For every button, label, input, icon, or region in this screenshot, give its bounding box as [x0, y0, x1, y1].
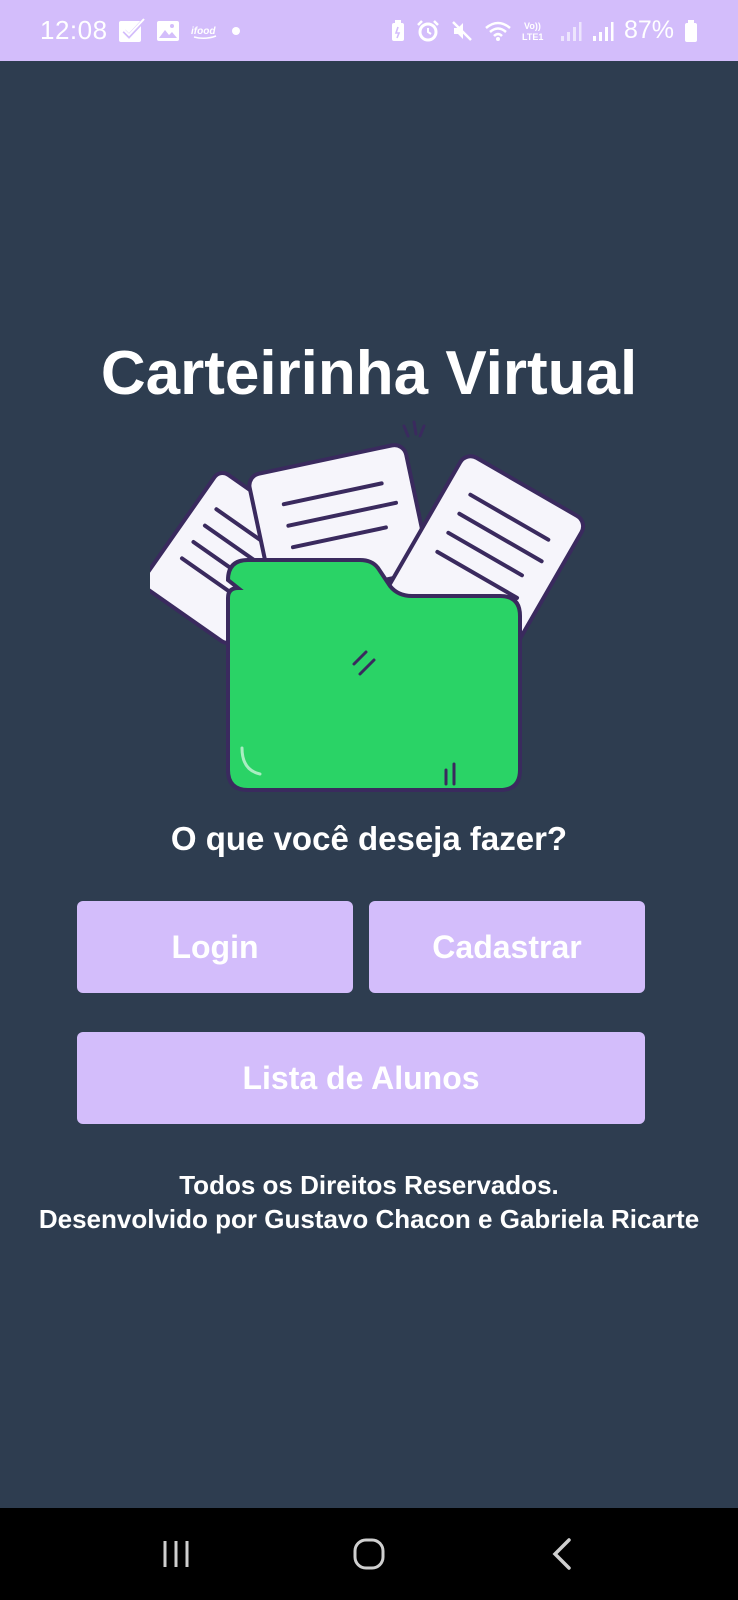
svg-text:LTE1: LTE1 [522, 32, 543, 42]
mute-icon [450, 19, 474, 43]
navigation-bar [0, 1508, 738, 1600]
home-icon[interactable] [329, 1514, 409, 1594]
login-button[interactable]: Login [77, 901, 353, 993]
ifood-icon: ifood [190, 21, 220, 41]
footer: Todos os Direitos Reservados. Desenvolvi… [0, 1168, 738, 1236]
status-right: Vo)) LTE1 87% [390, 16, 698, 45]
gallery-icon [156, 20, 180, 42]
svg-text:Vo)): Vo)) [524, 21, 541, 31]
register-button[interactable]: Cadastrar [369, 901, 645, 993]
battery-percent: 87% [623, 16, 674, 44]
dot-icon [230, 25, 242, 37]
recent-apps-icon[interactable] [136, 1514, 216, 1594]
sparkle-icon [402, 420, 426, 438]
ifood-label: ifood [191, 26, 216, 37]
folder-icon [225, 558, 522, 792]
developers-text: Desenvolvido por Gustavo Chacon e Gabrie… [38, 1204, 700, 1234]
copyright-text: Todos os Direitos Reservados. [179, 1170, 559, 1200]
back-icon[interactable] [522, 1514, 602, 1594]
question-heading: O que você deseja fazer? [170, 820, 568, 857]
clock: 12:08 [40, 15, 108, 45]
alarm-icon [416, 19, 440, 43]
folder-documents-illustration [150, 420, 586, 792]
status-bar: 12:08 ifood Vo)) LTE1 87% [0, 0, 738, 61]
volte-icon: Vo)) LTE1 [522, 19, 550, 43]
student-list-button[interactable]: Lista de Alunos [77, 1032, 645, 1124]
signal-icon-2 [592, 20, 614, 42]
app-title: Carteirinha Virtual [100, 339, 638, 408]
signal-icon [560, 20, 582, 42]
check-app-icon [118, 17, 146, 44]
battery-saver-icon [390, 19, 406, 43]
status-left: 12:08 ifood [40, 15, 242, 46]
battery-icon [684, 19, 698, 43]
screen: 12:08 ifood Vo)) LTE1 87% Carteirinha Vi… [0, 0, 738, 1600]
wifi-icon [484, 19, 512, 43]
